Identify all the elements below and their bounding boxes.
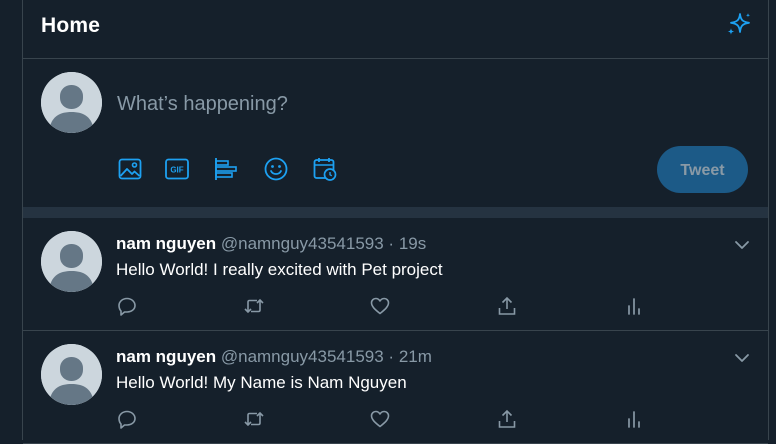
tweet-text: Hello World! My Name is Nam Nguyen — [116, 373, 407, 392]
analytics-icon[interactable] — [623, 408, 645, 430]
tweet-timestamp[interactable]: 21m — [399, 347, 432, 366]
tweet-header: nam nguyen @namnguy43541593 · 19s — [116, 234, 426, 254]
author-name[interactable]: nam nguyen — [116, 234, 216, 253]
default-avatar-icon — [41, 344, 102, 405]
header: Home — [23, 0, 768, 59]
default-avatar-icon — [41, 231, 102, 292]
chevron-down-icon[interactable] — [733, 236, 751, 254]
retweet-icon[interactable] — [243, 295, 265, 317]
tweet-text: Hello World! I really excited with Pet p… — [116, 260, 443, 279]
author-handle[interactable]: @namnguy43541593 — [221, 234, 384, 253]
like-icon[interactable] — [369, 408, 391, 430]
header-separator: · — [388, 234, 395, 253]
emoji-icon[interactable] — [263, 156, 289, 182]
like-icon[interactable] — [369, 295, 391, 317]
reply-icon[interactable] — [116, 295, 138, 317]
main-column: Home GIF — [22, 0, 769, 444]
home-timeline-page: Home GIF — [0, 0, 776, 444]
page-title: Home — [41, 14, 101, 37]
tweet-timestamp[interactable]: 19s — [399, 234, 426, 253]
tweet-composer: GIF Tweet — [23, 59, 768, 207]
tweet-header: nam nguyen @namnguy43541593 · 21m — [116, 347, 432, 367]
author-handle[interactable]: @namnguy43541593 — [221, 347, 384, 366]
tweet-button[interactable]: Tweet — [657, 146, 748, 193]
schedule-icon[interactable] — [312, 156, 338, 182]
share-icon[interactable] — [496, 408, 518, 430]
default-avatar-icon — [41, 72, 102, 133]
gif-icon[interactable]: GIF — [164, 156, 190, 182]
gif-label: GIF — [170, 166, 183, 175]
section-divider — [23, 207, 768, 218]
share-icon[interactable] — [496, 295, 518, 317]
tweet-item[interactable]: nam nguyen @namnguy43541593 · 21m Hello … — [23, 331, 768, 444]
avatar[interactable] — [41, 344, 102, 405]
avatar[interactable] — [41, 231, 102, 292]
image-icon[interactable] — [117, 156, 143, 182]
tweet-item[interactable]: nam nguyen @namnguy43541593 · 19s Hello … — [23, 218, 768, 331]
chevron-down-icon[interactable] — [733, 349, 751, 367]
retweet-icon[interactable] — [243, 408, 265, 430]
header-separator: · — [388, 347, 395, 366]
avatar[interactable] — [41, 72, 102, 133]
compose-input[interactable] — [117, 89, 677, 119]
sparkle-icon[interactable] — [725, 11, 753, 39]
author-name[interactable]: nam nguyen — [116, 347, 216, 366]
analytics-icon[interactable] — [623, 295, 645, 317]
poll-icon[interactable] — [213, 156, 239, 182]
reply-icon[interactable] — [116, 408, 138, 430]
